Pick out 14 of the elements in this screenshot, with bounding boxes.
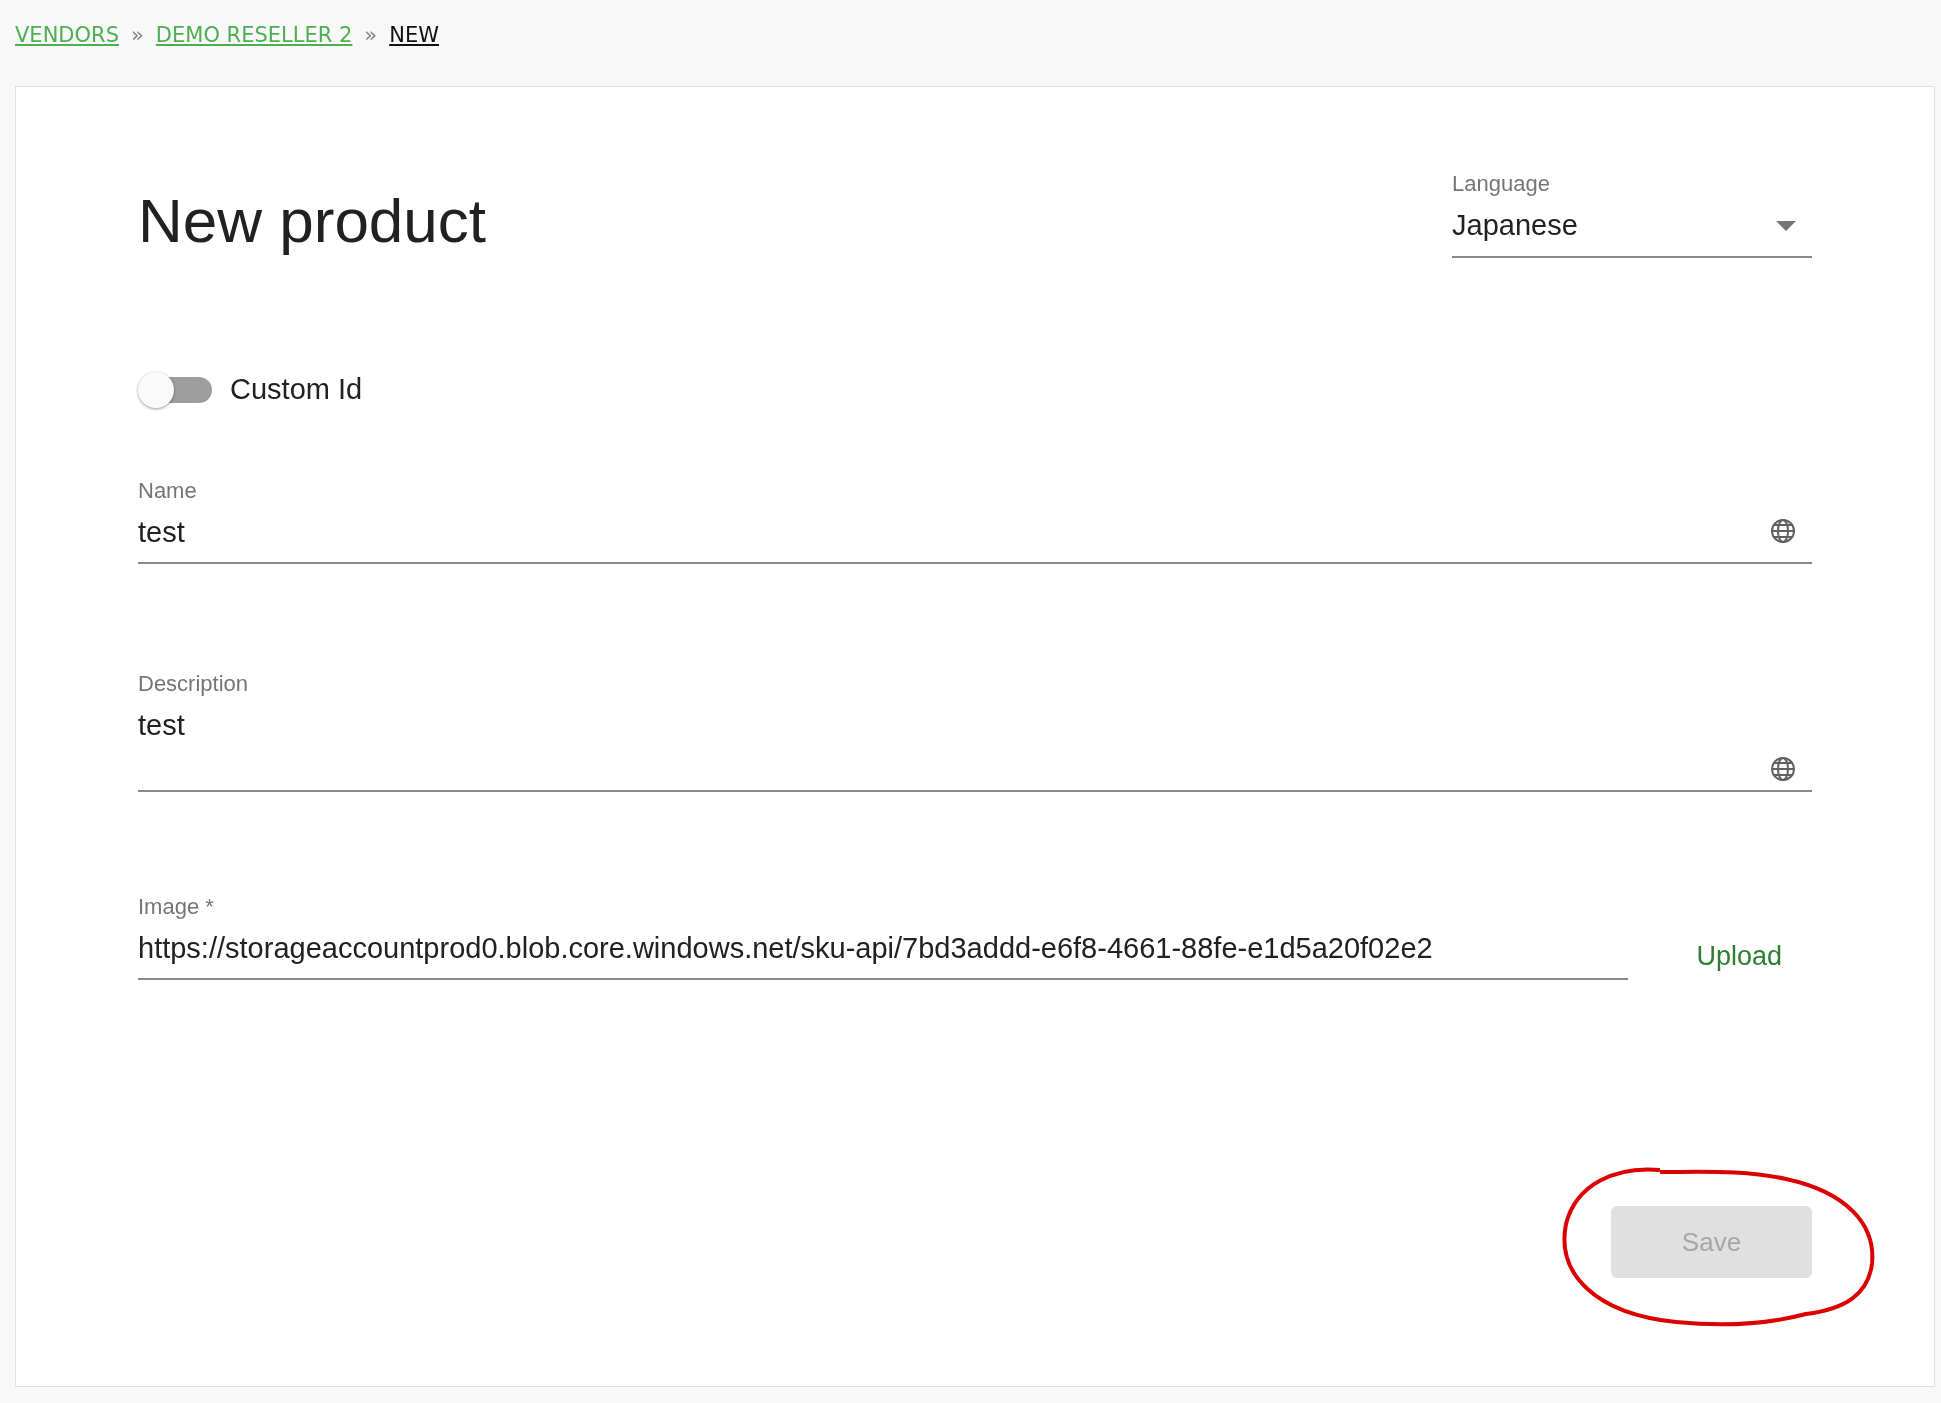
text-area[interactable]: Description test [138, 667, 1812, 792]
globe-icon[interactable] [1770, 517, 1796, 544]
breadcrumb-separator: » [364, 22, 378, 50]
input-field[interactable]: Name test [138, 473, 1812, 565]
dropdown-caret-icon [1776, 220, 1796, 231]
upload-button[interactable]: Upload [1690, 934, 1788, 981]
globe-icon[interactable] [1770, 755, 1796, 782]
image-url-field[interactable]: Image * https://storageaccountprod0.blob.core.windows.net/sku-api/7bd3addd-e6f8-4661-88fe-e1d5a20f02e2 [138, 889, 1628, 981]
breadcrumb-separator: » [130, 22, 144, 50]
page-title: New product [138, 185, 487, 257]
toggle-label: Custom Id [230, 372, 363, 408]
breadcrumb-current: NEW [389, 22, 439, 50]
toggle-switch[interactable] [138, 371, 214, 410]
language-select[interactable]: Language Japanese [1452, 167, 1812, 258]
